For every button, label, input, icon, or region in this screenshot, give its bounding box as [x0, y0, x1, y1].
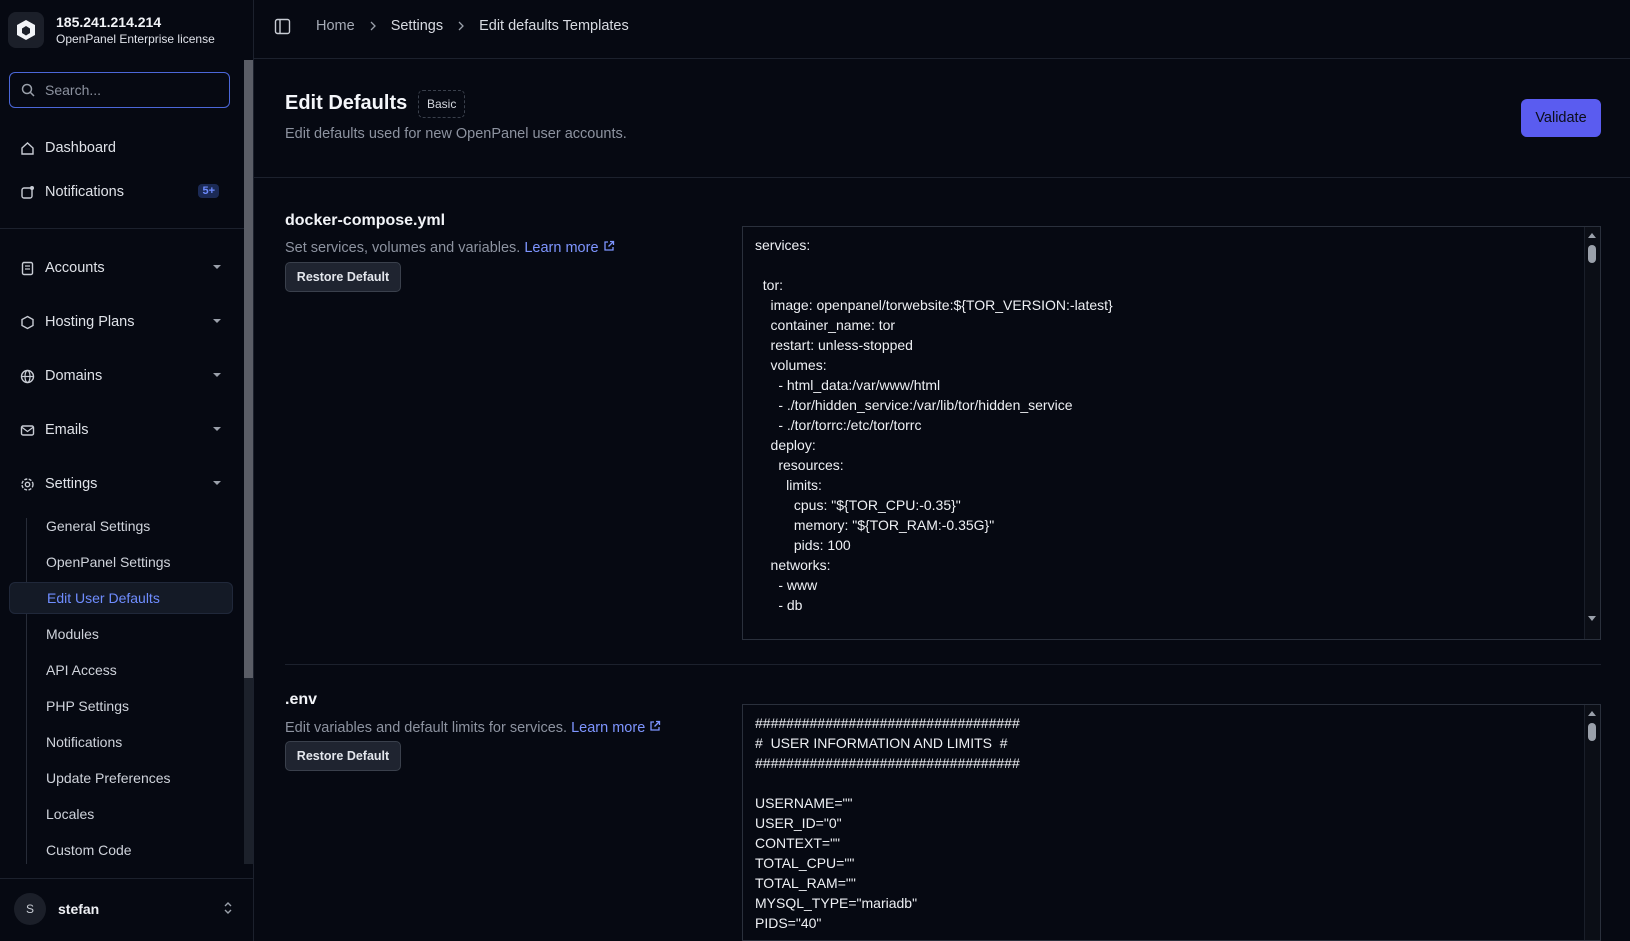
accounts-icon [19, 260, 35, 276]
sidebar-item-notifications[interactable]: Notifications 5+ [9, 174, 233, 210]
topbar: Home Settings Edit defaults Templates [254, 0, 1630, 59]
editor-scrollbar[interactable] [1584, 227, 1600, 639]
sidebar-item-domains[interactable]: Domains [9, 358, 233, 394]
section-title-docker-compose: docker-compose.yml [285, 212, 446, 229]
chevron-down-icon [213, 265, 221, 269]
external-link-icon [603, 240, 614, 251]
section-description-docker-compose: Set services, volumes and variables. Lea… [285, 240, 615, 256]
sidebar-item-accounts[interactable]: Accounts [9, 250, 233, 286]
sidebar-scroll-area: Dashboard Notifications 5+ Accounts Host… [0, 60, 253, 864]
server-ip: 185.241.214.214 [56, 14, 162, 30]
sidebar-item-hosting-plans[interactable]: Hosting Plans [9, 304, 233, 340]
home-icon [19, 140, 35, 156]
sidebar: 185.241.214.214 OpenPanel Enterprise lic… [0, 0, 254, 941]
sidebar-divider [0, 228, 244, 229]
chevron-down-icon [213, 319, 221, 323]
page-title: Edit Defaults [285, 92, 408, 114]
page-header: Edit Defaults Basic Edit defaults used f… [254, 58, 1630, 178]
learn-more-link[interactable]: Learn more [571, 720, 661, 736]
gear-icon [19, 476, 35, 492]
sidebar-item-emails[interactable]: Emails [9, 412, 233, 448]
user-name: stefan [58, 901, 100, 917]
breadcrumb-settings[interactable]: Settings [391, 18, 443, 34]
breadcrumb-home[interactable]: Home [316, 18, 355, 34]
openpanel-logo-icon [8, 12, 44, 48]
section-description-text: Set services, volumes and variables. [285, 240, 521, 256]
plan-badge: Basic [418, 90, 466, 118]
user-menu[interactable]: S stefan [0, 878, 253, 941]
avatar: S [14, 893, 46, 925]
sidebar-sub-update-preferences[interactable]: Update Preferences [9, 762, 233, 794]
sidebar-sub-locales[interactable]: Locales [9, 798, 233, 830]
sidebar-item-label: Domains [45, 368, 103, 384]
learn-more-link[interactable]: Learn more [524, 240, 614, 256]
sidebar-sub-api-access[interactable]: API Access [9, 654, 233, 686]
sidebar-sub-notifications[interactable]: Notifications [9, 726, 233, 758]
editor-scrollbar[interactable] [1584, 705, 1600, 940]
sidebar-item-dashboard[interactable]: Dashboard [9, 130, 233, 166]
sidebar-scrollbar[interactable] [244, 60, 253, 864]
sidebar-sub-custom-code[interactable]: Custom Code [9, 834, 233, 864]
breadcrumb: Home Settings Edit defaults Templates [316, 18, 629, 34]
section-title-env: .env [285, 691, 318, 708]
page-description: Edit defaults used for new OpenPanel use… [285, 126, 627, 142]
breadcrumb-current: Edit defaults Templates [479, 18, 629, 34]
search-icon [21, 83, 35, 97]
search-input[interactable] [43, 81, 217, 99]
sidebar-item-settings[interactable]: Settings [9, 466, 233, 502]
sidebar-sub-general-settings[interactable]: General Settings [9, 510, 233, 542]
sidebar-item-label: Accounts [45, 260, 105, 276]
chevron-right-icon [369, 21, 377, 31]
sidebar-sub-edit-user-defaults[interactable]: Edit User Defaults [9, 582, 233, 614]
restore-default-button[interactable]: Restore Default [285, 741, 401, 771]
chevron-down-icon [213, 427, 221, 431]
docker-compose-content[interactable]: services: tor: image: openpanel/torwebsi… [743, 227, 1600, 639]
hosting-plans-icon [19, 314, 35, 330]
license-label: OpenPanel Enterprise license [56, 32, 215, 46]
sidebar-item-label: Settings [45, 476, 98, 492]
external-link-icon [650, 720, 661, 731]
globe-icon [19, 368, 35, 384]
sidebar-item-label: Dashboard [45, 140, 116, 156]
section-description-text: Edit variables and default limits for se… [285, 720, 568, 736]
env-content[interactable]: ################################## # USE… [743, 705, 1600, 940]
chevron-right-icon [457, 21, 465, 31]
docker-compose-editor[interactable]: services: tor: image: openpanel/torwebsi… [742, 226, 1601, 640]
validate-button[interactable]: Validate [1521, 99, 1601, 137]
notification-icon [19, 184, 35, 200]
sidebar-sub-modules[interactable]: Modules [9, 618, 233, 650]
section-description-env: Edit variables and default limits for se… [285, 720, 661, 736]
chevron-down-icon [213, 481, 221, 485]
section-divider [285, 664, 1601, 665]
sidebar-item-label: Notifications [45, 184, 124, 200]
sidebar-toggle-icon[interactable] [274, 18, 291, 35]
sidebar-scrollbar-thumb[interactable] [244, 60, 253, 678]
mail-icon [19, 422, 35, 438]
brand[interactable]: 185.241.214.214 OpenPanel Enterprise lic… [8, 8, 215, 52]
env-editor[interactable]: ################################## # USE… [742, 704, 1601, 941]
chevron-down-icon [213, 373, 221, 377]
chevrons-up-down-icon [224, 902, 232, 914]
sidebar-item-label: Hosting Plans [45, 314, 135, 330]
sidebar-item-label: Emails [45, 422, 89, 438]
notifications-badge: 5+ [198, 184, 219, 198]
restore-default-button[interactable]: Restore Default [285, 262, 401, 292]
sidebar-sub-php-settings[interactable]: PHP Settings [9, 690, 233, 722]
sidebar-sub-openpanel-settings[interactable]: OpenPanel Settings [9, 546, 233, 578]
search-box[interactable] [9, 72, 230, 108]
